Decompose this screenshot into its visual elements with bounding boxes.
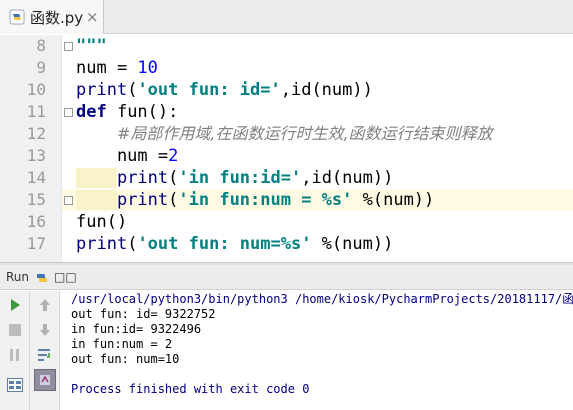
line-number: 11 [26,102,46,121]
code-line: 16 fun() [0,211,573,233]
layout-icon[interactable] [5,375,25,395]
code-editor[interactable]: 8 """ 9 num = 10 10 print('out fun: id='… [0,35,573,262]
scroll-down-icon[interactable] [35,320,55,340]
console-line: in fun:num = 2 [71,337,173,351]
run-panel-header: Run □□ [0,265,573,290]
code-line: 9 num = 10 [0,57,573,79]
fold-icon[interactable] [64,196,73,205]
run-toolbar-primary [0,291,30,410]
code-text: print('out fun: num=%s' %(num)) [76,234,394,254]
code-text: print('out fun: id=',id(num)) [76,80,373,100]
code-line: 11 def fun(): [0,101,573,123]
comment-text: #局部作用域,在函数运行时生效,函数运行结束则释放 [116,124,493,143]
pause-icon[interactable] [5,345,25,365]
code-line: 8 """ [0,35,573,57]
code-text: #局部作用域,在函数运行时生效,函数运行结束则释放 [76,123,493,145]
run-panel-title: Run [6,270,30,284]
code-text: num = 10 [76,58,158,78]
code-line: 14 print('in fun:id=',id(num)) [0,167,573,189]
code-line: 13 num =2 [0,145,573,167]
run-config-name[interactable]: □□ [54,270,77,284]
line-number: 9 [36,58,46,77]
python-icon [35,270,49,284]
code-line: 15 print('in fun:num = %s' %(num)) [0,189,573,211]
line-number: 15 [26,190,46,209]
fold-icon[interactable] [64,108,73,117]
run-icon[interactable] [5,295,25,315]
line-number: 17 [26,234,46,253]
console-line: out fun: id= 9322752 [71,307,216,321]
code-text: fun() [76,212,128,232]
number-literal: 10 [137,58,158,78]
stop-icon[interactable] [5,320,25,340]
scroll-up-icon[interactable] [35,295,55,315]
fold-icon[interactable] [64,42,73,51]
docstring-end: """ [76,36,107,56]
code-text: """ [76,35,107,57]
run-console-output[interactable]: /usr/local/python3/bin/python3 /home/kio… [61,291,573,410]
code-text: num =2 [76,146,179,166]
python-file-icon [9,9,25,25]
editor-tab-bar: 函数.py × [0,0,573,34]
code-line: 12 #局部作用域,在函数运行时生效,函数运行结束则释放 [0,123,573,145]
code-text: print('in fun:num = %s' %(num)) [116,190,435,210]
console-line: in fun:id= 9322496 [71,322,202,336]
code-line: 17 print('out fun: num=%s' %(num)) [0,233,573,255]
console-line: /usr/local/python3/bin/python3 /home/kio… [71,292,573,306]
soft-wrap-icon[interactable] [35,345,55,365]
console-line: out fun: num=10 [71,352,180,366]
editor-tab-hanshu-py[interactable]: 函数.py × [0,0,104,34]
editor-tab-label: 函数.py [30,8,84,27]
line-number: 10 [26,80,46,99]
process-exit-message: Process finished with exit code 0 [71,382,310,396]
run-toolbar-secondary [30,291,60,410]
line-number: 16 [26,212,46,231]
line-number: 8 [36,36,46,55]
code-text: print('in fun:id=',id(num)) [116,168,394,188]
line-number: 12 [26,124,46,143]
code-line: 10 print('out fun: id=',id(num)) [0,79,573,101]
line-number: 13 [26,146,46,165]
print-icon[interactable] [34,369,56,391]
code-text: def fun(): [76,102,179,122]
close-icon[interactable]: × [86,8,99,26]
line-number: 14 [26,168,46,187]
